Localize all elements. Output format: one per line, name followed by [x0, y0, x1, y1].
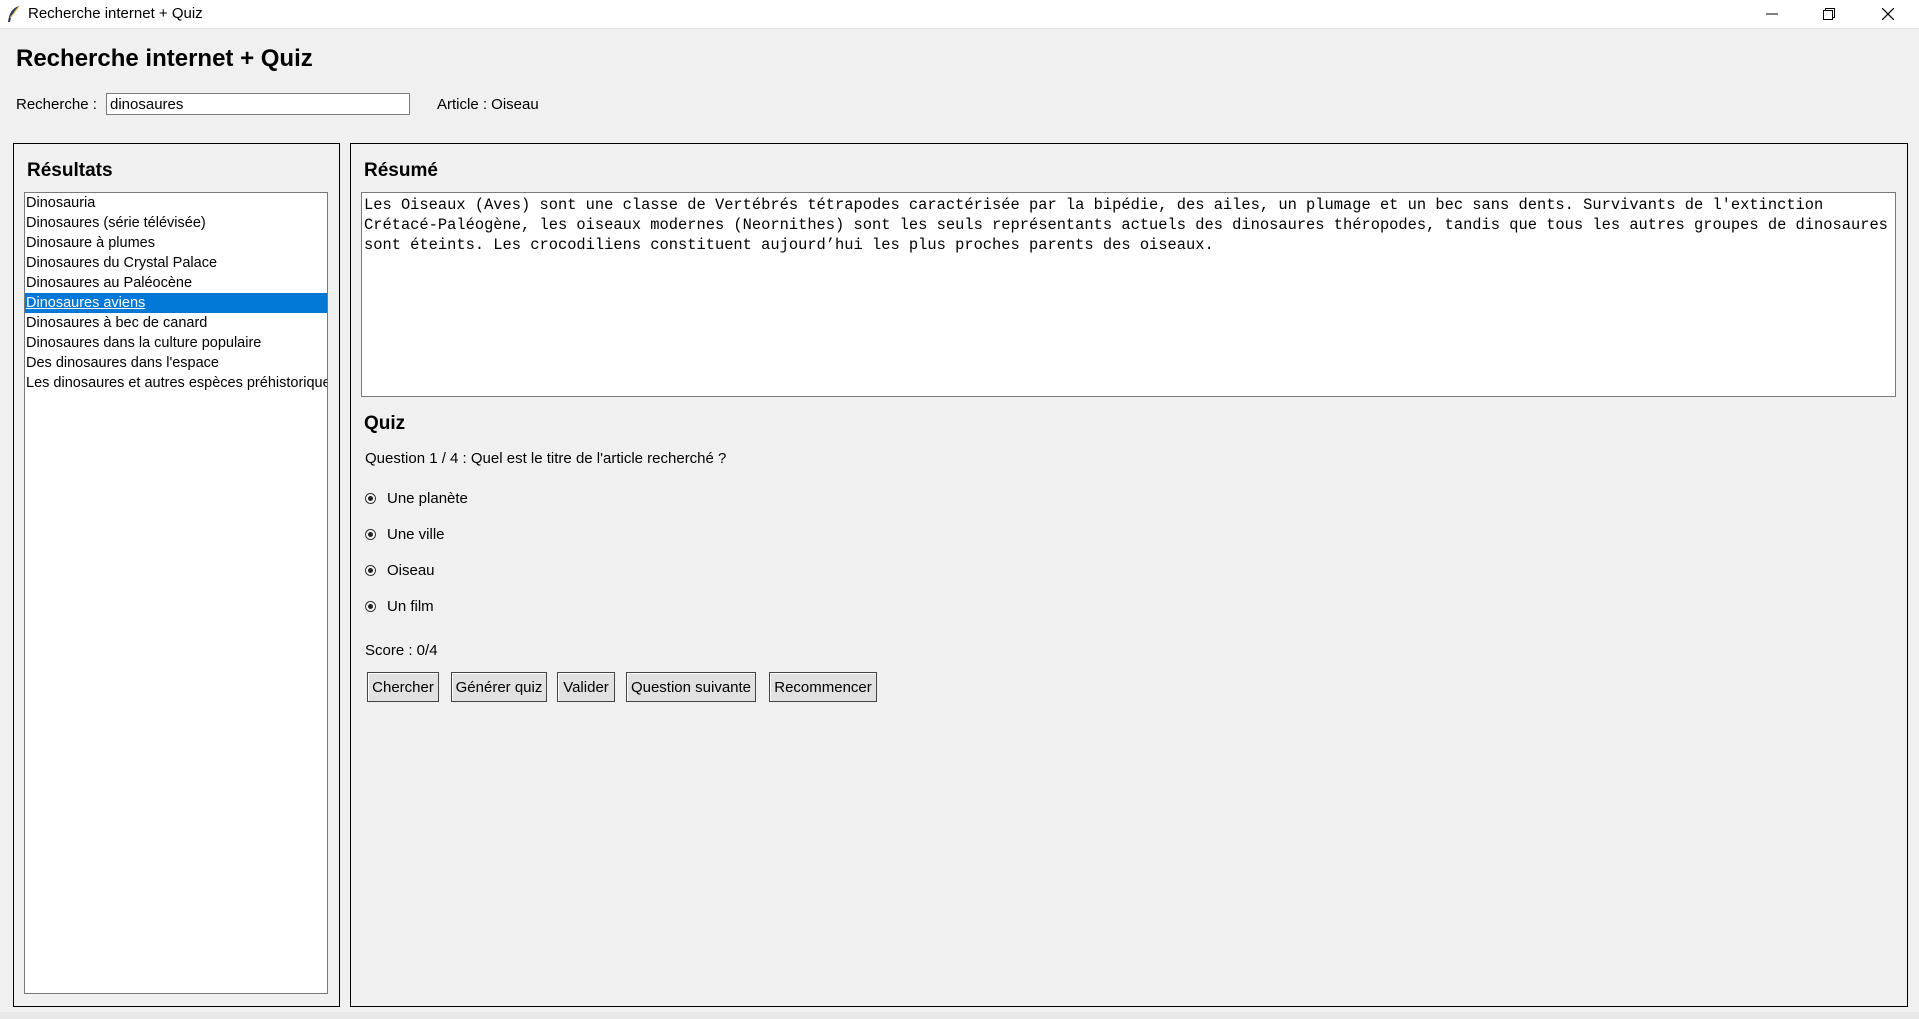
main-panel: Résumé Les Oiseaux (Aves) sont une class…	[350, 143, 1908, 1007]
score-label: Score : 0/4	[365, 642, 438, 659]
article-label: Article : Oiseau	[437, 96, 539, 113]
quiz-option[interactable]: Une ville	[365, 524, 445, 544]
maximize-icon	[1823, 8, 1835, 20]
validate-button[interactable]: Valider	[557, 672, 615, 702]
window-bottom-edge	[0, 1012, 1919, 1019]
list-item[interactable]: Dinosaures dans la culture populaire	[25, 333, 327, 353]
list-item[interactable]: Dinosaures au Paléocène	[25, 273, 327, 293]
minimize-icon	[1766, 13, 1778, 15]
next-question-button[interactable]: Question suivante	[626, 672, 756, 702]
feather-icon	[8, 5, 20, 22]
quiz-option-label: Une ville	[387, 525, 445, 543]
quiz-option[interactable]: Une planète	[365, 488, 468, 508]
list-item[interactable]: Dinosaure à plumes	[25, 233, 327, 253]
generate-quiz-button[interactable]: Générer quiz	[451, 672, 547, 702]
radio-icon[interactable]	[365, 528, 376, 540]
list-item[interactable]: Dinosaures du Crystal Palace	[25, 253, 327, 273]
list-item-selected[interactable]: Dinosaures aviens	[25, 293, 327, 313]
list-item[interactable]: Dinosaures à bec de canard	[25, 313, 327, 333]
results-panel: Résultats Dinosauria Dinosaures (série t…	[13, 143, 340, 1007]
summary-title: Résumé	[364, 160, 438, 181]
summary-textbox[interactable]: Les Oiseaux (Aves) sont une classe de Ve…	[361, 192, 1896, 397]
results-listbox[interactable]: Dinosauria Dinosaures (série télévisée) …	[24, 192, 328, 994]
window-title: Recherche internet + Quiz	[28, 5, 203, 22]
radio-icon[interactable]	[365, 600, 376, 612]
quiz-option-label: Un film	[387, 597, 434, 615]
search-button[interactable]: Chercher	[367, 672, 439, 702]
list-item[interactable]: Des dinosaures dans l'espace	[25, 353, 327, 373]
search-input[interactable]	[106, 93, 410, 115]
app-heading: Recherche internet + Quiz	[16, 45, 313, 72]
minimize-button[interactable]	[1743, 0, 1801, 28]
radio-icon[interactable]	[365, 564, 376, 576]
restart-button[interactable]: Recommencer	[769, 672, 877, 702]
quiz-option-label: Oiseau	[387, 561, 435, 579]
results-title: Résultats	[27, 160, 113, 181]
window-titlebar: Recherche internet + Quiz	[0, 0, 1919, 29]
close-button[interactable]	[1859, 0, 1917, 28]
search-label: Recherche :	[16, 96, 97, 113]
list-item[interactable]: Dinosaures (série télévisée)	[25, 213, 327, 233]
quiz-title: Quiz	[364, 413, 406, 434]
quiz-option[interactable]: Un film	[365, 596, 434, 616]
quiz-option-label: Une planète	[387, 489, 468, 507]
list-item[interactable]: Les dinosaures et autres espèces préhist…	[25, 373, 327, 393]
quiz-question: Question 1 / 4 : Quel est le titre de l'…	[365, 450, 727, 467]
close-icon	[1882, 8, 1894, 20]
list-item[interactable]: Dinosauria	[25, 193, 327, 213]
quiz-option[interactable]: Oiseau	[365, 560, 435, 580]
maximize-button[interactable]	[1800, 0, 1858, 28]
radio-icon[interactable]	[365, 492, 376, 504]
